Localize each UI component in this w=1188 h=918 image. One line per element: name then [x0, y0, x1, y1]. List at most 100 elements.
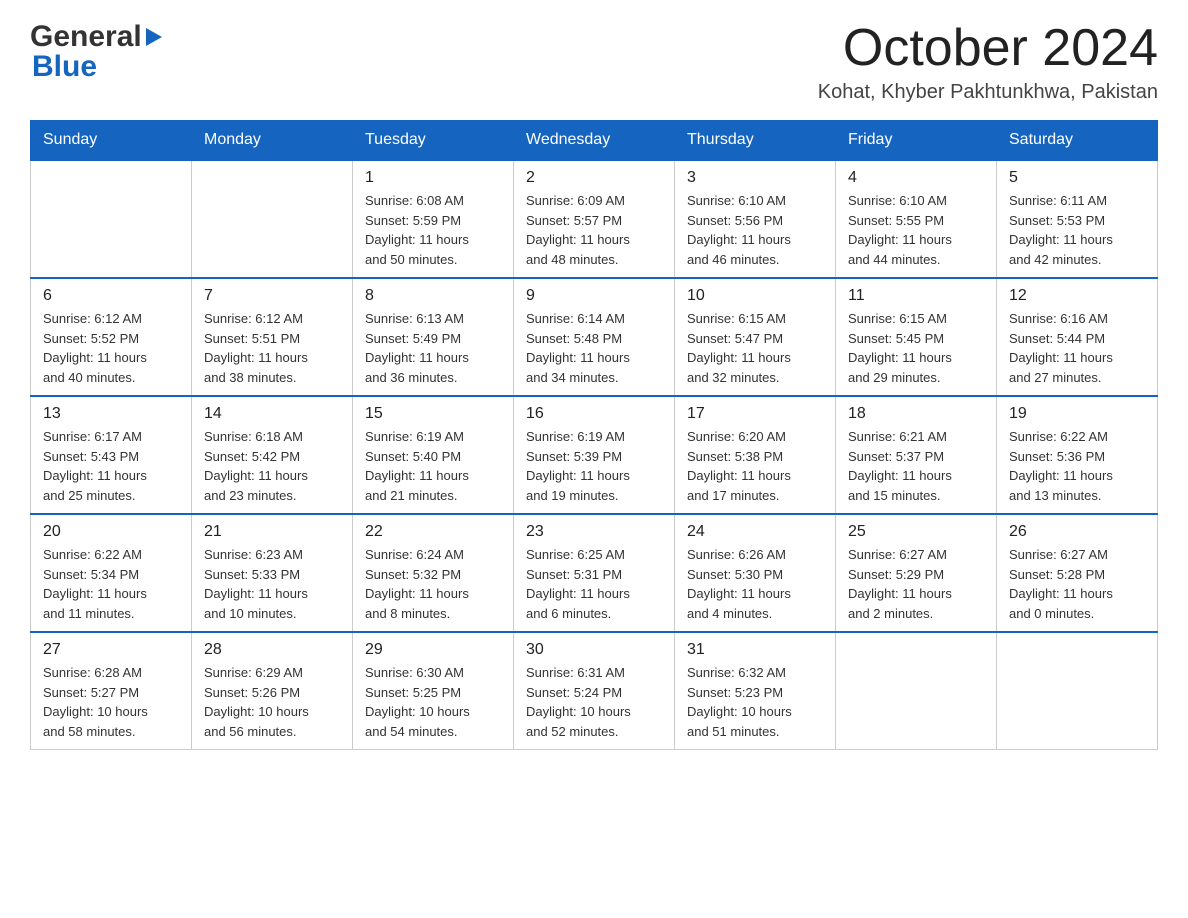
calendar-table: Sunday Monday Tuesday Wednesday Thursday… [30, 120, 1158, 750]
table-row: 10 Sunrise: 6:15 AM Sunset: 5:47 PM Dayli… [675, 278, 836, 396]
day-number: 1 [365, 169, 501, 187]
table-row: 27 Sunrise: 6:28 AM Sunset: 5:27 PM Dayli… [31, 632, 192, 750]
day-number: 7 [204, 287, 340, 305]
day-info: Sunrise: 6:15 AM Sunset: 5:45 PM Dayligh… [848, 309, 984, 387]
day-number: 14 [204, 405, 340, 423]
day-info: Sunrise: 6:08 AM Sunset: 5:59 PM Dayligh… [365, 191, 501, 269]
table-row: 16 Sunrise: 6:19 AM Sunset: 5:39 PM Dayli… [514, 396, 675, 514]
day-info: Sunrise: 6:24 AM Sunset: 5:32 PM Dayligh… [365, 545, 501, 623]
calendar-week-row: 6 Sunrise: 6:12 AM Sunset: 5:52 PM Daylig… [31, 278, 1158, 396]
day-info: Sunrise: 6:09 AM Sunset: 5:57 PM Dayligh… [526, 191, 662, 269]
day-info: Sunrise: 6:18 AM Sunset: 5:42 PM Dayligh… [204, 427, 340, 505]
title-area: October 2024 Kohat, Khyber Pakhtunkhwa, … [818, 20, 1158, 104]
table-row [836, 632, 997, 750]
day-info: Sunrise: 6:14 AM Sunset: 5:48 PM Dayligh… [526, 309, 662, 387]
day-info: Sunrise: 6:23 AM Sunset: 5:33 PM Dayligh… [204, 545, 340, 623]
day-number: 8 [365, 287, 501, 305]
table-row [31, 160, 192, 278]
table-row: 24Sunrise: 6:26 AM Sunset: 5:30 PM Dayli… [675, 514, 836, 632]
day-info: Sunrise: 6:15 AM Sunset: 5:47 PM Dayligh… [687, 309, 823, 387]
day-number: 6 [43, 287, 179, 305]
day-info: Sunrise: 6:26 AM Sunset: 5:30 PM Dayligh… [687, 545, 823, 623]
table-row: 19Sunrise: 6:22 AM Sunset: 5:36 PM Dayli… [997, 396, 1158, 514]
day-info: Sunrise: 6:10 AM Sunset: 5:55 PM Dayligh… [848, 191, 984, 269]
table-row: 5 Sunrise: 6:11 AM Sunset: 5:53 PM Daylig… [997, 160, 1158, 278]
day-number: 16 [526, 405, 662, 423]
day-info: Sunrise: 6:29 AM Sunset: 5:26 PM Dayligh… [204, 663, 340, 741]
day-info: Sunrise: 6:30 AM Sunset: 5:25 PM Dayligh… [365, 663, 501, 741]
calendar-week-row: 13Sunrise: 6:17 AM Sunset: 5:43 PM Dayli… [31, 396, 1158, 514]
day-info: Sunrise: 6:25 AM Sunset: 5:31 PM Dayligh… [526, 545, 662, 623]
col-tuesday: Tuesday [353, 121, 514, 161]
day-info: Sunrise: 6:16 AM Sunset: 5:44 PM Dayligh… [1009, 309, 1145, 387]
table-row: 1 Sunrise: 6:08 AM Sunset: 5:59 PM Daylig… [353, 160, 514, 278]
table-row: 2 Sunrise: 6:09 AM Sunset: 5:57 PM Daylig… [514, 160, 675, 278]
table-row: 12Sunrise: 6:16 AM Sunset: 5:44 PM Dayli… [997, 278, 1158, 396]
day-info: Sunrise: 6:10 AM Sunset: 5:56 PM Dayligh… [687, 191, 823, 269]
day-info: Sunrise: 6:19 AM Sunset: 5:40 PM Dayligh… [365, 427, 501, 505]
day-number: 4 [848, 169, 984, 187]
day-info: Sunrise: 6:21 AM Sunset: 5:37 PM Dayligh… [848, 427, 984, 505]
day-number: 13 [43, 405, 179, 423]
table-row: 14 Sunrise: 6:18 AM Sunset: 5:42 PM Dayli… [192, 396, 353, 514]
table-row: 8 Sunrise: 6:13 AM Sunset: 5:49 PM Daylig… [353, 278, 514, 396]
table-row: 25 Sunrise: 6:27 AM Sunset: 5:29 PM Dayli… [836, 514, 997, 632]
table-row [997, 632, 1158, 750]
day-number: 29 [365, 641, 501, 659]
logo: General Blue [30, 20, 162, 84]
day-info: Sunrise: 6:11 AM Sunset: 5:53 PM Dayligh… [1009, 191, 1145, 269]
location-subtitle: Kohat, Khyber Pakhtunkhwa, Pakistan [818, 81, 1158, 104]
table-row: 22 Sunrise: 6:24 AM Sunset: 5:32 PM Dayli… [353, 514, 514, 632]
day-number: 31 [687, 641, 823, 659]
day-number: 11 [848, 287, 984, 305]
table-row: 30Sunrise: 6:31 AM Sunset: 5:24 PM Dayli… [514, 632, 675, 750]
day-info: Sunrise: 6:28 AM Sunset: 5:27 PM Dayligh… [43, 663, 179, 741]
day-info: Sunrise: 6:27 AM Sunset: 5:29 PM Dayligh… [848, 545, 984, 623]
day-info: Sunrise: 6:22 AM Sunset: 5:36 PM Dayligh… [1009, 427, 1145, 505]
day-number: 18 [848, 405, 984, 423]
day-info: Sunrise: 6:19 AM Sunset: 5:39 PM Dayligh… [526, 427, 662, 505]
table-row: 7 Sunrise: 6:12 AM Sunset: 5:51 PM Daylig… [192, 278, 353, 396]
day-info: Sunrise: 6:27 AM Sunset: 5:28 PM Dayligh… [1009, 545, 1145, 623]
table-row: 3 Sunrise: 6:10 AM Sunset: 5:56 PM Daylig… [675, 160, 836, 278]
day-info: Sunrise: 6:13 AM Sunset: 5:49 PM Dayligh… [365, 309, 501, 387]
calendar-week-row: 1 Sunrise: 6:08 AM Sunset: 5:59 PM Daylig… [31, 160, 1158, 278]
table-row: 29 Sunrise: 6:30 AM Sunset: 5:25 PM Dayli… [353, 632, 514, 750]
day-number: 27 [43, 641, 179, 659]
table-row: 18 Sunrise: 6:21 AM Sunset: 5:37 PM Dayli… [836, 396, 997, 514]
logo-general: General [30, 20, 162, 54]
day-number: 26 [1009, 523, 1145, 541]
col-thursday: Thursday [675, 121, 836, 161]
day-number: 3 [687, 169, 823, 187]
table-row: 21Sunrise: 6:23 AM Sunset: 5:33 PM Dayli… [192, 514, 353, 632]
day-number: 10 [687, 287, 823, 305]
table-row: 31Sunrise: 6:32 AM Sunset: 5:23 PM Dayli… [675, 632, 836, 750]
calendar-week-row: 27 Sunrise: 6:28 AM Sunset: 5:27 PM Dayli… [31, 632, 1158, 750]
table-row: 20 Sunrise: 6:22 AM Sunset: 5:34 PM Dayli… [31, 514, 192, 632]
day-info: Sunrise: 6:20 AM Sunset: 5:38 PM Dayligh… [687, 427, 823, 505]
day-info: Sunrise: 6:12 AM Sunset: 5:51 PM Dayligh… [204, 309, 340, 387]
table-row: 9Sunrise: 6:14 AM Sunset: 5:48 PM Daylig… [514, 278, 675, 396]
logo-blue-text: Blue [30, 50, 97, 84]
month-title: October 2024 [818, 20, 1158, 77]
table-row: 17Sunrise: 6:20 AM Sunset: 5:38 PM Dayli… [675, 396, 836, 514]
page-header: General Blue October 2024 Kohat, Khyber … [30, 20, 1158, 104]
day-number: 2 [526, 169, 662, 187]
col-friday: Friday [836, 121, 997, 161]
col-wednesday: Wednesday [514, 121, 675, 161]
table-row: 26 Sunrise: 6:27 AM Sunset: 5:28 PM Dayli… [997, 514, 1158, 632]
day-info: Sunrise: 6:31 AM Sunset: 5:24 PM Dayligh… [526, 663, 662, 741]
col-sunday: Sunday [31, 121, 192, 161]
day-number: 15 [365, 405, 501, 423]
day-number: 25 [848, 523, 984, 541]
day-number: 20 [43, 523, 179, 541]
table-row: 11 Sunrise: 6:15 AM Sunset: 5:45 PM Dayli… [836, 278, 997, 396]
day-number: 5 [1009, 169, 1145, 187]
day-info: Sunrise: 6:12 AM Sunset: 5:52 PM Dayligh… [43, 309, 179, 387]
day-number: 22 [365, 523, 501, 541]
day-info: Sunrise: 6:22 AM Sunset: 5:34 PM Dayligh… [43, 545, 179, 623]
table-row: 6 Sunrise: 6:12 AM Sunset: 5:52 PM Daylig… [31, 278, 192, 396]
table-row: 15 Sunrise: 6:19 AM Sunset: 5:40 PM Dayli… [353, 396, 514, 514]
table-row: 4 Sunrise: 6:10 AM Sunset: 5:55 PM Daylig… [836, 160, 997, 278]
col-monday: Monday [192, 121, 353, 161]
